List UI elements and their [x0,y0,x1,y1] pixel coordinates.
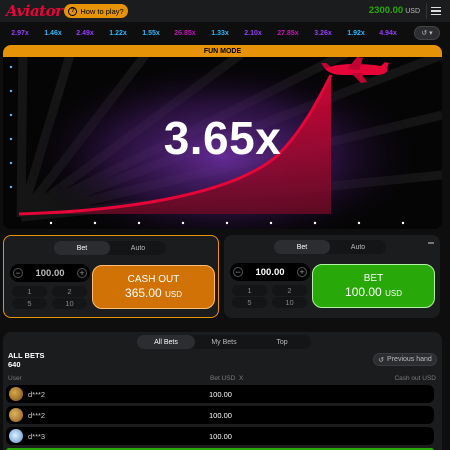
history-dropdown-button[interactable]: ↺ ▾ [414,26,440,40]
quick-amount-button[interactable]: 1 [12,286,47,297]
bet-panel-2-tabs: Bet Auto [274,240,386,254]
bet-button-amount-line: 100.00 USD [345,285,402,299]
multiplier-chip: 27.85x [277,29,299,37]
tab-auto[interactable]: Auto [330,240,386,254]
all-bets-count: 640 [8,360,21,369]
column-header-bet: Bet USD [210,375,236,382]
history-clock-icon: ↺ [378,356,385,364]
multiplier-chip: 4.94x [379,29,397,37]
column-header-user: User [8,375,22,382]
quick-amount-button[interactable]: 5 [232,297,267,308]
balance-display: 2300.00 USD [369,5,420,16]
cash-out-button[interactable]: CASH OUT 365.00 USD [92,265,215,309]
plus-icon[interactable]: + [77,268,87,278]
table-row: d***2 100.00 [6,385,434,403]
how-to-play-label: How to play? [80,6,124,16]
quick-amount-button[interactable]: 1 [232,285,267,296]
hamburger-menu-icon[interactable] [426,3,444,19]
bets-tabs: All Bets My Bets Top [137,335,311,349]
minus-icon[interactable]: − [13,268,23,278]
balance-amount: 2300.00 [368,5,404,16]
cash-out-label: CASH OUT [127,273,180,285]
cash-out-amount-line: 365.00 USD [125,286,182,300]
chevron-down-icon: ▾ [429,30,433,37]
bet-amount-stepper[interactable]: − 100.00 + [10,264,90,282]
tab-bet[interactable]: Bet [54,241,110,255]
place-bet-button[interactable]: BET 100.00 USD [312,264,435,308]
cash-out-currency: USD [165,289,182,299]
minus-icon[interactable]: − [233,267,243,277]
quick-amount-button[interactable]: 5 [12,298,47,309]
tab-top[interactable]: Top [253,335,311,349]
plus-icon[interactable]: + [297,267,307,277]
column-header-cashout: Cash out USD [394,375,436,382]
game-canvas: FUN MODE 3.65x [3,45,442,229]
multiplier-chip: 1.22x [109,29,127,37]
row-bet-amount: 100.00 [209,411,232,420]
remove-panel-icon[interactable] [428,242,434,244]
table-row: d***2 100.00 [6,406,434,424]
bet-amount-value[interactable]: 100.00 [255,267,284,278]
tab-auto[interactable]: Auto [110,241,166,255]
multiplier-chip: 1.46x [44,29,62,37]
row-bet-amount: 100.00 [209,432,232,441]
avatar [9,387,23,401]
previous-hand-button[interactable]: ↺ Previous hand [373,353,437,366]
current-multiplier: 3.65x [163,112,282,164]
quick-amount-button[interactable]: 2 [272,285,307,296]
bet-panel-2: Bet Auto − 100.00 + 1 2 5 10 BET 100.00 … [224,235,440,318]
multiplier-chip: 1.33x [211,29,229,37]
avatar [9,429,23,443]
bet-panel-1-tabs: Bet Auto [54,241,166,255]
bet-amount-value[interactable]: 100.00 [35,268,64,279]
bets-panel: All Bets My Bets Top ALL BETS 640 ↺ Prev… [3,332,442,450]
multiplier-chip: 3.26x [314,29,332,37]
multiplier-chip: 2.10x [244,29,262,37]
tab-my-bets[interactable]: My Bets [195,335,253,349]
table-row: d***3 100.00 [6,427,434,445]
row-username: d***2 [28,390,46,399]
history-clock-icon: ↺ [421,30,428,37]
column-header-x: X [239,375,244,382]
multiplier-history-bar: 2.97x 1.46x 2.49x 1.22x 1.55x 26.85x 1.3… [0,23,450,43]
bet-button-label: BET [363,272,384,284]
row-bet-amount: 100.00 [209,390,232,399]
multiplier-chip: 2.49x [76,29,94,37]
quick-amount-button[interactable]: 2 [52,286,87,297]
quick-amount-button[interactable]: 10 [272,297,307,308]
bet-button-amount: 100.00 [345,284,382,299]
how-to-play-button[interactable]: ? How to play? [64,4,128,18]
multiplier-chip: 2.97x [11,29,29,37]
quick-amount-button[interactable]: 10 [52,298,87,309]
row-username: d***2 [28,411,46,420]
fun-mode-banner: FUN MODE [3,45,442,57]
tab-bet[interactable]: Bet [274,240,330,254]
bet-amount-stepper[interactable]: − 100.00 + [230,263,310,281]
question-icon: ? [68,6,78,16]
multiplier-chip: 1.55x [142,29,160,37]
all-bets-title: ALL BETS [8,351,45,360]
previous-hand-label: Previous hand [387,356,432,363]
multiplier-chip: 1.92x [347,29,365,37]
bet-button-currency: USD [385,288,402,298]
top-bar: Aviator ? How to play? 2300.00 USD [0,0,450,22]
multiplier-chip: 26.85x [174,29,196,37]
app-logo[interactable]: Aviator [6,2,63,20]
bet-panel-1: Bet Auto − 100.00 + 1 2 5 10 CASH OUT 36… [3,235,219,318]
cash-out-amount: 365.00 [125,285,162,300]
row-username: d***3 [28,432,46,441]
tab-all-bets[interactable]: All Bets [137,335,195,349]
balance-currency: USD [405,8,420,15]
avatar [9,408,23,422]
